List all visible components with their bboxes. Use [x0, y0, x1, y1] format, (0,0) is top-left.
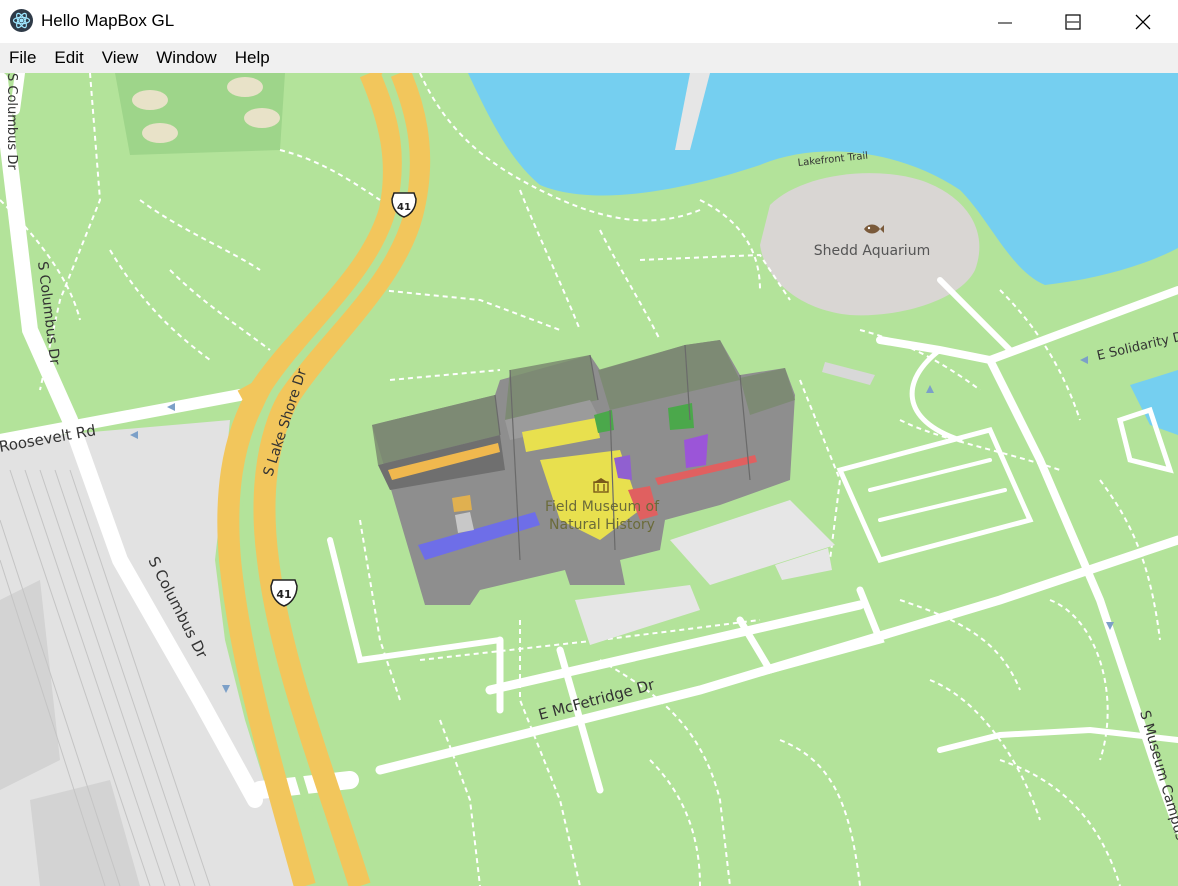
menu-edit[interactable]: Edit: [45, 43, 92, 73]
label-shedd-aquarium: Shedd Aquarium: [814, 243, 930, 259]
map-canvas[interactable]: S Columbus Dr S Columbus Dr Roosevelt Rd…: [0, 73, 1178, 886]
title-bar: Hello MapBox GL: [0, 0, 1178, 43]
menu-bar: File Edit View Window Help: [0, 43, 1178, 73]
label-museum-line2: Natural History: [549, 517, 655, 533]
menu-file[interactable]: File: [0, 43, 45, 73]
menu-view[interactable]: View: [93, 43, 148, 73]
maximize-button[interactable]: [1050, 0, 1096, 43]
minimize-button-area[interactable]: [982, 0, 1028, 43]
minimize-icon: [998, 22, 1012, 23]
label-columbus-top: S Columbus Dr: [4, 73, 19, 170]
menu-window[interactable]: Window: [147, 43, 225, 73]
svg-text:41: 41: [397, 202, 411, 213]
menu-help[interactable]: Help: [226, 43, 279, 73]
electron-atom-icon: [10, 9, 33, 32]
close-button[interactable]: [1120, 0, 1166, 43]
close-icon: [1135, 14, 1151, 29]
window-title: Hello MapBox GL: [41, 11, 175, 30]
label-museum-line1: Field Museum of: [545, 499, 660, 515]
svg-text:41: 41: [276, 588, 291, 601]
map-svg[interactable]: S Columbus Dr S Columbus Dr Roosevelt Rd…: [0, 73, 1178, 886]
maximize-icon: [1065, 13, 1081, 30]
